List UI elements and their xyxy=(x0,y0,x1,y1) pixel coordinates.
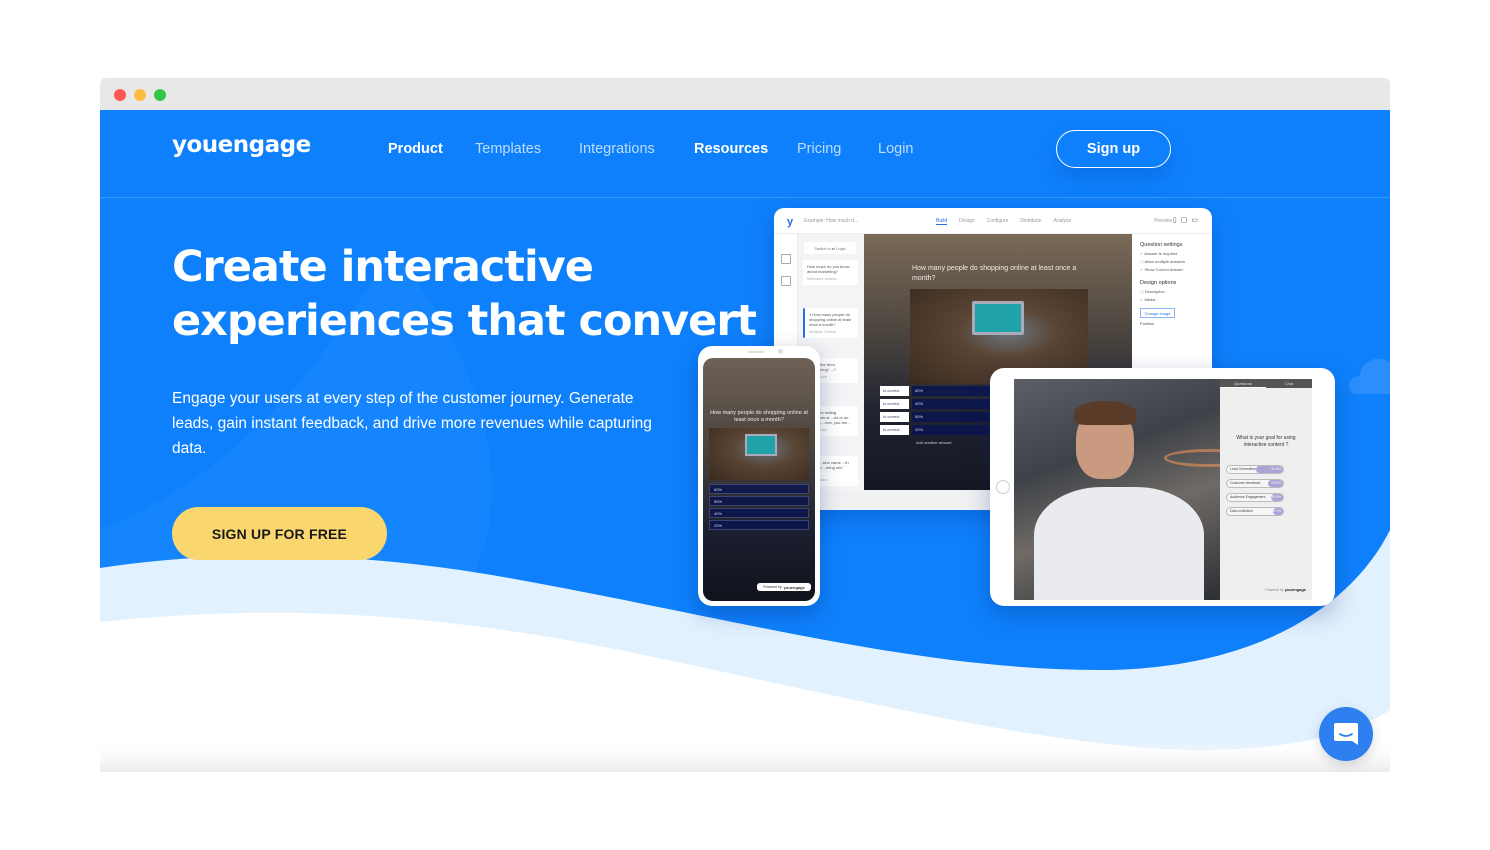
step-distribute: Distribute xyxy=(1020,218,1042,224)
step-configure: Configure xyxy=(986,218,1009,224)
powered-by-badge: Powered by youengage xyxy=(1265,587,1306,592)
headline-line-1: Create interactive xyxy=(172,242,594,292)
poll-option-value: 44.8% xyxy=(1271,467,1281,471)
question-card: How much do you know about marketing? We… xyxy=(803,260,858,285)
sign-up-button[interactable]: Sign up xyxy=(1056,130,1171,168)
phone-answer: 60% xyxy=(709,484,809,494)
design-option: Description xyxy=(1140,289,1212,294)
tab-chat: Chat xyxy=(1284,381,1294,386)
poll-option-value: 20.0% xyxy=(1271,495,1281,499)
poll-question: What is your goal for using interactive … xyxy=(1236,435,1296,448)
tablet-mockup: Questions Chat What is your goal for usi… xyxy=(990,368,1335,606)
step-build: Build xyxy=(936,218,948,225)
editor-topbar: y Example: How much d... Build Design Co… xyxy=(774,208,1212,234)
phone-camera xyxy=(778,349,783,354)
headline-line-2: experiences that convert xyxy=(172,296,757,346)
cloud-decoration xyxy=(1349,358,1390,394)
nav-link-product[interactable]: Product xyxy=(388,141,443,157)
poll-option-value: 5.7% xyxy=(1273,509,1281,513)
phone-question: How many people do shopping online at le… xyxy=(710,410,808,423)
phone-question-image xyxy=(709,428,809,480)
tab-questions: Questions xyxy=(1220,379,1266,388)
youengage-logo[interactable]: youengage xyxy=(172,132,311,158)
sign-up-for-free-button[interactable]: SIGN UP FOR FREE xyxy=(172,507,387,560)
switch-logic-button: Switch to ⇄ Logic xyxy=(804,242,856,254)
close-window-button[interactable] xyxy=(114,89,126,101)
poll-option-label: Customer feedback xyxy=(1230,481,1261,485)
chat-widget-button[interactable] xyxy=(1319,707,1373,761)
nav-link-integrations[interactable]: Integrations xyxy=(579,141,655,157)
presenter-video xyxy=(1014,379,1220,600)
phone-answer: 20% xyxy=(709,520,809,530)
poll-tabs: Questions Chat xyxy=(1220,379,1312,388)
phone-answer: 50% xyxy=(709,496,809,506)
presenter-body xyxy=(1034,487,1204,600)
poll-panel: Questions Chat What is your goal for usi… xyxy=(1220,379,1312,600)
canvas-question: How many people do shopping online at le… xyxy=(912,265,1077,282)
editor-logo: y xyxy=(787,216,794,228)
position-label: Position xyxy=(1140,321,1155,326)
window-titlebar xyxy=(100,78,1390,110)
top-navigation: youengage Product Templates Integrations… xyxy=(100,110,1390,198)
poll-option: Audience Engagement 20.0% xyxy=(1226,493,1284,502)
poll-option-value: 24.5% xyxy=(1271,481,1281,485)
chat-bubble-icon xyxy=(1334,723,1358,745)
nav-link-pricing[interactable]: Pricing xyxy=(797,141,841,157)
preview-label: Preview xyxy=(1154,218,1172,224)
bottom-fade xyxy=(100,740,1390,772)
add-answer-label: Add another answer xyxy=(916,440,952,445)
step-analyze: Analyze xyxy=(1053,218,1072,224)
present-icon xyxy=(781,276,791,286)
nav-link-resources[interactable]: Resources xyxy=(694,141,768,157)
poll-option-label: Lead Generation xyxy=(1230,467,1257,471)
question-settings-title: Question settings xyxy=(1140,242,1183,248)
phone-mockup: How many people do shopping online at le… xyxy=(698,346,820,606)
editor-title-field: Example: How much d... xyxy=(804,218,859,224)
poll-option-label: Audience Engagement xyxy=(1230,495,1266,499)
phone-answer: 40% xyxy=(709,508,809,518)
step-design: Design xyxy=(959,218,975,224)
landing-page: youengage Product Templates Integrations… xyxy=(100,110,1390,772)
laptop-photo-screen xyxy=(972,301,1024,335)
nav-link-templates[interactable]: Templates xyxy=(475,141,541,157)
maximize-window-button[interactable] xyxy=(154,89,166,101)
poll-option: Lead Generation 44.8% xyxy=(1226,465,1284,474)
editor-steps: Build Design Configure Distribute Analyz… xyxy=(936,218,1071,225)
powered-by-badge: Powered by youengage xyxy=(757,583,811,591)
phone-speaker xyxy=(748,351,764,353)
hero-subtext: Engage your users at every step of the c… xyxy=(172,390,652,457)
nav-link-login[interactable]: Login xyxy=(878,141,913,157)
question-card: 1 How many people do shopping online at … xyxy=(803,308,858,338)
browser-window: youengage Product Templates Integrations… xyxy=(100,78,1390,772)
design-option: Media xyxy=(1140,297,1212,302)
lamp xyxy=(1164,449,1220,467)
setting-option: Allow multiple answers xyxy=(1140,259,1212,264)
setting-option: Show Correct Answer xyxy=(1140,267,1212,272)
setting-option: Answer is required xyxy=(1140,251,1212,256)
minimize-window-button[interactable] xyxy=(134,89,146,101)
poll-option: Customer feedback 24.5% xyxy=(1226,479,1284,488)
poll-option: Data collection 5.7% xyxy=(1226,507,1284,516)
hero-headline: Create interactive experiences that conv… xyxy=(172,240,757,348)
questions-icon xyxy=(781,254,791,264)
presenter-hair xyxy=(1074,401,1136,425)
design-options-title: Design options xyxy=(1140,280,1177,286)
change-image-button: Change image xyxy=(1140,308,1175,318)
poll-option-label: Data collection xyxy=(1230,509,1253,513)
device-icons: ▯▢▭ xyxy=(1172,217,1202,224)
phone-screen: How many people do shopping online at le… xyxy=(703,358,815,601)
tablet-home-button xyxy=(996,480,1010,494)
